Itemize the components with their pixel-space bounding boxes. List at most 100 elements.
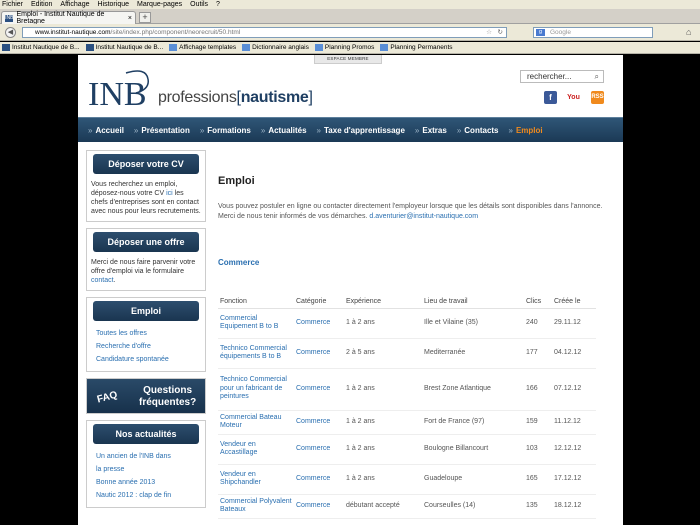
nav-taxe-apprentissage[interactable]: » Taxe d'apprentissage <box>317 126 405 135</box>
browser-search-placeholder: Google <box>550 29 571 36</box>
cell-lieu: Fort de France (97) <box>422 410 524 435</box>
actualite-link[interactable]: Un ancien de l'INB dans <box>96 450 202 463</box>
nav-accueil[interactable]: » Accueil <box>88 126 124 135</box>
emploi-box: Emploi Toutes les offres Recherche d'off… <box>86 297 206 372</box>
cell-fonction[interactable]: Technico Commercial équipements B to B <box>218 338 294 369</box>
col-experience[interactable]: Expérience <box>344 292 422 309</box>
menu-fichier[interactable]: Fichier <box>2 1 23 8</box>
contact-email-link[interactable]: d.aventurier@institut-nautique.com <box>369 213 478 220</box>
bookmark-item[interactable]: Affichage templates <box>169 44 236 51</box>
logo-bracket-close: ] <box>308 89 313 106</box>
deposer-cv-button[interactable]: Déposer votre CV <box>93 154 199 174</box>
search-icon[interactable]: ⌕ <box>595 71 599 82</box>
deposer-offre-button[interactable]: Déposer une offre <box>93 232 199 252</box>
reload-icon[interactable]: ↻ <box>498 28 503 37</box>
cell-fonction[interactable]: Commercial Bateau Moteur <box>218 410 294 435</box>
bookmark-item[interactable]: Institut Nautique de B... <box>2 44 80 51</box>
cell-fonction[interactable]: Commercial Equipement B to B <box>218 308 294 339</box>
site-logo-text[interactable]: professions[nautisme] <box>158 89 313 107</box>
page-title: Emploi <box>218 175 255 187</box>
cell-categorie[interactable]: Commerce <box>294 368 344 411</box>
menu-marque-pages[interactable]: Marque-pages <box>137 1 182 8</box>
intro-text: Vous pouvez postuler en ligne ou contact… <box>218 203 603 220</box>
actualites-box: Nos actualités Un ancien de l'INB dans l… <box>86 420 206 508</box>
emploi-link-candidature[interactable]: Candidature spontanée <box>96 353 202 366</box>
nav-extras[interactable]: » Extras <box>415 126 447 135</box>
table-row: Commercial Polyvalent Bateaux Commerce déb… <box>218 494 596 519</box>
tab-title: Emploi - Institut Nautique de Bretagne <box>16 11 105 25</box>
cell-clics: 135 <box>524 494 552 519</box>
nav-emploi[interactable]: » Emploi <box>509 126 543 135</box>
rss-icon[interactable]: RSS <box>591 91 604 104</box>
bookmark-item[interactable]: Dictionnaire anglais <box>242 44 309 51</box>
cv-ici-link[interactable]: ici <box>166 190 173 197</box>
actualite-link[interactable]: Bonne année 2013 <box>96 476 202 489</box>
cell-experience: 1 à 2 ans <box>344 434 422 465</box>
emploi-link-toutes[interactable]: Toutes les offres <box>96 327 202 340</box>
espace-membre-button[interactable]: ESPACE MEMBRE <box>314 55 382 64</box>
home-icon[interactable]: ⌂ <box>686 27 691 37</box>
col-creee[interactable]: Créée le <box>552 292 596 309</box>
bookmark-item[interactable]: Planning Promos <box>314 44 375 51</box>
faq-banner[interactable]: FAQ Questions fréquentes? <box>86 378 206 414</box>
faq-word: FAQ <box>95 389 119 406</box>
offre-contact-link[interactable]: contact <box>91 277 114 284</box>
cell-creee: 29.11.12 <box>552 308 596 339</box>
menu-aide[interactable]: ? <box>216 1 220 8</box>
cell-fonction[interactable]: Commercial Polyvalent Bateaux <box>218 494 294 519</box>
col-clics[interactable]: Clics <box>524 292 552 309</box>
cell-fonction[interactable]: Technico Commercial pour un fabricant de… <box>218 368 294 411</box>
emploi-link-recherche[interactable]: Recherche d'offre <box>96 340 202 353</box>
cell-categorie[interactable]: Commerce <box>294 434 344 465</box>
table-row: Commercial Bateau Moteur Commerce 1 à 2 an… <box>218 410 596 435</box>
svg-text:INB: INB <box>88 76 147 113</box>
youtube-icon[interactable]: You <box>567 91 580 104</box>
table-header-row: Fonction Catégorie Expérience Lieu de tr… <box>218 292 596 309</box>
category-heading[interactable]: Commerce <box>218 258 608 267</box>
cell-categorie[interactable]: Commerce <box>294 308 344 339</box>
browser-search-input[interactable]: g Google <box>533 27 653 38</box>
col-categorie[interactable]: Catégorie <box>294 292 344 309</box>
nav-formations[interactable]: » Formations <box>200 126 251 135</box>
back-arrow-icon[interactable]: ◀ <box>5 27 16 38</box>
bookmark-item[interactable]: Institut Nautique de B... <box>85 44 164 51</box>
url-bar[interactable]: www.institut-nautique.com/site/index.php… <box>22 27 507 38</box>
facebook-icon[interactable]: f <box>544 91 557 104</box>
menu-edition[interactable]: Edition <box>31 1 52 8</box>
cell-experience: 1 à 2 ans <box>344 410 422 435</box>
bookmark-favicon-icon <box>2 44 10 51</box>
bookmark-favicon-icon <box>242 44 251 51</box>
browser-tab[interactable]: INB Emploi - Institut Nautique de Bretag… <box>1 11 136 25</box>
cell-categorie[interactable]: Commerce <box>294 464 344 495</box>
bookmark-item[interactable]: Planning Permanents <box>380 44 453 51</box>
bookmark-favicon-icon <box>314 44 323 51</box>
bookmark-label: Institut Nautique de B... <box>95 44 164 51</box>
site-search-input[interactable]: rechercher... ⌕ <box>520 70 604 83</box>
google-icon[interactable]: g <box>536 29 545 36</box>
actualite-link[interactable]: Nautic 2012 : clap de fin <box>96 489 202 502</box>
nav-actualites[interactable]: » Actualités <box>261 126 307 135</box>
table-row: Technico Commercial équipements B to B Co… <box>218 338 596 369</box>
close-tab-icon[interactable]: × <box>128 15 132 22</box>
menu-historique[interactable]: Historique <box>97 1 129 8</box>
actualite-link[interactable]: la presse <box>96 463 202 476</box>
cell-experience: 1 à 2 ans <box>344 308 422 339</box>
cell-categorie[interactable]: Commerce <box>294 338 344 369</box>
nav-presentation[interactable]: » Présentation <box>134 126 190 135</box>
menu-affichage[interactable]: Affichage <box>60 1 89 8</box>
cell-creee: 07.12.12 <box>552 368 596 411</box>
nav-contacts[interactable]: » Contacts <box>457 126 499 135</box>
bookmark-label: Affichage templates <box>179 44 237 51</box>
cell-categorie[interactable]: Commerce <box>294 494 344 519</box>
col-fonction[interactable]: Fonction <box>218 292 294 309</box>
bookmark-star-icon[interactable]: ☆ <box>486 28 492 37</box>
cell-clics: 166 <box>524 368 552 411</box>
cell-fonction[interactable]: Vendeur en Accastillage <box>218 434 294 465</box>
menu-outils[interactable]: Outils <box>190 1 208 8</box>
new-tab-button[interactable]: + <box>139 12 151 23</box>
url-path: /site/index.php/component/neorecruit/50.… <box>110 29 241 36</box>
col-lieu[interactable]: Lieu de travail <box>422 292 524 309</box>
cell-categorie[interactable]: Commerce <box>294 410 344 435</box>
bookmark-label: Planning Promos <box>324 44 375 51</box>
cell-fonction[interactable]: Vendeur en Shipchandler <box>218 464 294 495</box>
